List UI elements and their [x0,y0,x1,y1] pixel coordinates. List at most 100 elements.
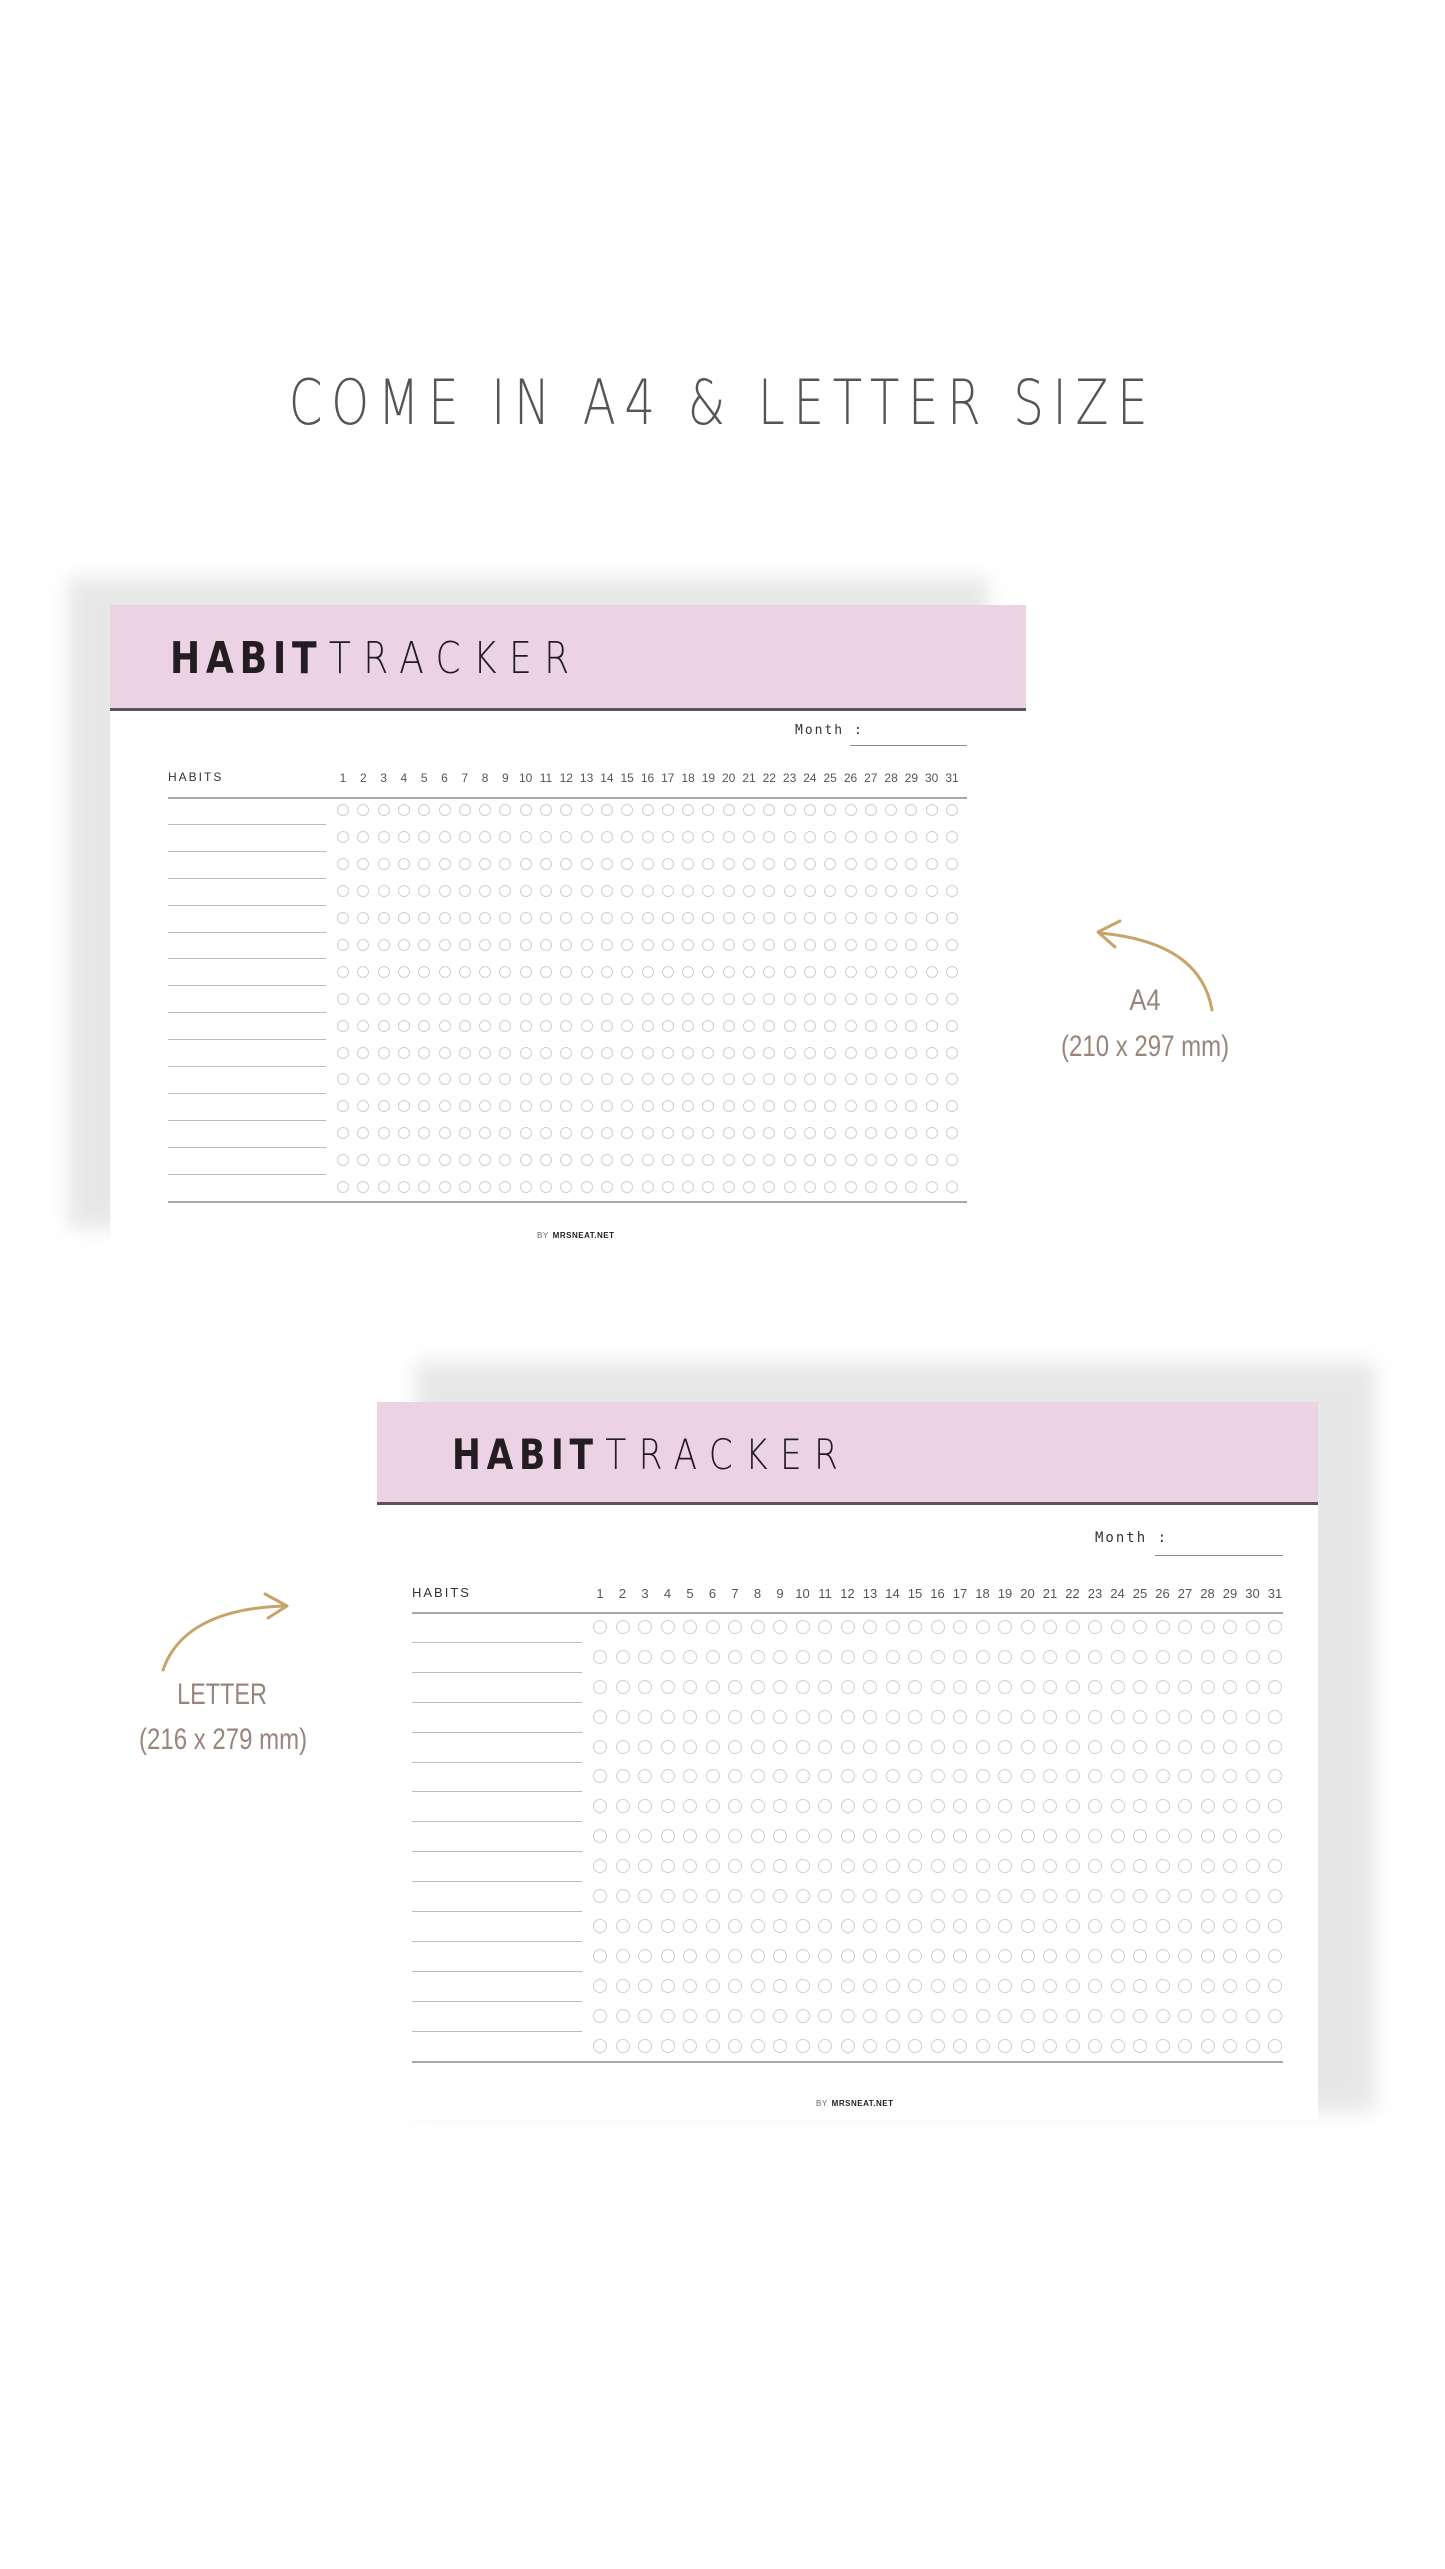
day-checkbox[interactable] [593,2038,607,2053]
day-checkbox[interactable] [998,1829,1012,1844]
day-checkbox[interactable] [337,992,349,1005]
day-checkbox[interactable] [885,831,898,844]
day-checkbox[interactable] [1245,2008,1260,2023]
day-checkbox[interactable] [1043,1829,1057,1844]
day-checkbox[interactable] [1223,1799,1237,1814]
day-checkbox[interactable] [818,1649,832,1664]
day-checkbox[interactable] [818,2008,832,2023]
day-checkbox[interactable] [783,938,796,951]
day-checkbox[interactable] [660,1649,675,1664]
day-checkbox[interactable] [783,1154,796,1167]
day-checkbox[interactable] [1043,1769,1057,1784]
day-checkbox[interactable] [885,1181,898,1194]
habit-name-line[interactable] [168,985,326,987]
day-checkbox[interactable] [638,1769,652,1784]
day-checkbox[interactable] [1065,1829,1080,1844]
day-checkbox[interactable] [683,1739,697,1754]
day-checkbox[interactable] [824,1019,837,1032]
day-checkbox[interactable] [479,1127,492,1140]
day-checkbox[interactable] [946,1100,958,1113]
day-checkbox[interactable] [621,1019,634,1032]
day-checkbox[interactable] [638,1799,652,1814]
day-checkbox[interactable] [519,912,532,925]
day-checkbox[interactable] [795,1829,810,1844]
day-checkbox[interactable] [722,885,735,898]
day-checkbox[interactable] [683,1859,697,1874]
day-checkbox[interactable] [479,938,492,951]
day-checkbox[interactable] [705,1649,720,1664]
day-checkbox[interactable] [840,1978,855,1993]
day-checkbox[interactable] [844,1019,857,1032]
day-checkbox[interactable] [953,1918,967,1933]
day-checkbox[interactable] [683,1769,697,1784]
day-checkbox[interactable] [803,885,816,898]
day-checkbox[interactable] [975,1799,990,1814]
day-checkbox[interactable] [783,831,796,844]
day-checkbox[interactable] [824,804,837,817]
day-checkbox[interactable] [1268,1739,1282,1754]
day-checkbox[interactable] [1245,1889,1260,1904]
day-checkbox[interactable] [908,1649,922,1664]
day-checkbox[interactable] [885,1100,898,1113]
day-checkbox[interactable] [615,1978,630,1993]
day-checkbox[interactable] [638,1829,652,1844]
day-checkbox[interactable] [1043,1709,1057,1724]
day-checkbox[interactable] [930,1799,945,1814]
habit-name-line[interactable] [168,931,326,933]
day-checkbox[interactable] [1065,1709,1080,1724]
day-checkbox[interactable] [763,1100,776,1113]
day-checkbox[interactable] [1020,2038,1035,2053]
habit-name-line[interactable] [412,1940,582,1942]
day-checkbox[interactable] [908,1889,922,1904]
day-checkbox[interactable] [750,2008,765,2023]
day-checkbox[interactable] [683,1679,697,1694]
day-checkbox[interactable] [773,1889,787,1904]
day-checkbox[interactable] [418,858,431,871]
day-checkbox[interactable] [844,1046,857,1059]
day-checkbox[interactable] [773,1649,787,1664]
day-checkbox[interactable] [840,1649,855,1664]
day-checkbox[interactable] [1178,1978,1192,1993]
day-checkbox[interactable] [750,1709,765,1724]
day-checkbox[interactable] [925,912,938,925]
day-checkbox[interactable] [953,2008,967,2023]
day-checkbox[interactable] [953,2038,967,2053]
day-checkbox[interactable] [840,1739,855,1754]
day-checkbox[interactable] [660,1829,675,1844]
day-checkbox[interactable] [1178,2038,1192,2053]
day-checkbox[interactable] [885,1619,900,1634]
day-checkbox[interactable] [1223,1739,1237,1754]
day-checkbox[interactable] [930,1679,945,1694]
day-checkbox[interactable] [438,1073,451,1086]
day-checkbox[interactable] [580,1154,593,1167]
day-checkbox[interactable] [946,1073,958,1086]
day-checkbox[interactable] [638,1918,652,1933]
day-checkbox[interactable] [998,1709,1012,1724]
day-checkbox[interactable] [438,1154,451,1167]
day-checkbox[interactable] [1020,1709,1035,1724]
day-checkbox[interactable] [1043,2038,1057,2053]
day-checkbox[interactable] [593,1948,607,1963]
day-checkbox[interactable] [1223,2008,1237,2023]
day-checkbox[interactable] [795,1918,810,1933]
day-checkbox[interactable] [1043,2008,1057,2023]
day-checkbox[interactable] [560,1127,573,1140]
day-checkbox[interactable] [1110,1619,1125,1634]
day-checkbox[interactable] [638,1739,652,1754]
day-checkbox[interactable] [763,938,776,951]
day-checkbox[interactable] [908,1859,922,1874]
day-checkbox[interactable] [925,1046,938,1059]
day-checkbox[interactable] [863,1859,877,1874]
day-checkbox[interactable] [600,1019,613,1032]
day-checkbox[interactable] [1155,1709,1170,1724]
day-checkbox[interactable] [1268,1679,1282,1694]
day-checkbox[interactable] [1020,1918,1035,1933]
month-input-line[interactable] [1155,1555,1283,1556]
day-checkbox[interactable] [580,1181,593,1194]
day-checkbox[interactable] [1110,1889,1125,1904]
day-checkbox[interactable] [600,1046,613,1059]
day-checkbox[interactable] [1065,1679,1080,1694]
day-checkbox[interactable] [1133,1918,1147,1933]
day-checkbox[interactable] [337,1073,349,1086]
day-checkbox[interactable] [885,1154,898,1167]
